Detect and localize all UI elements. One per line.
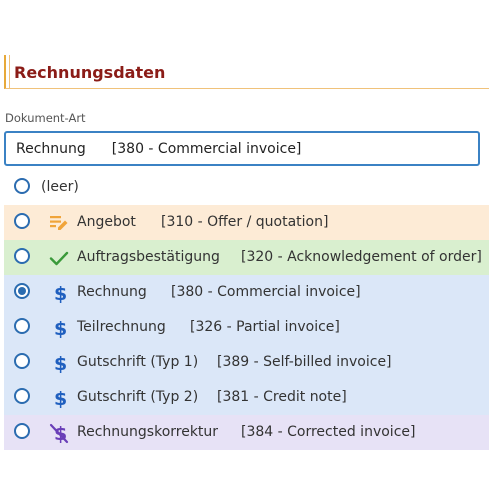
option-label: (leer) — [41, 179, 79, 195]
option-code: [381 - Credit note] — [217, 389, 347, 405]
radio-button[interactable] — [14, 388, 30, 404]
option-leer[interactable]: (leer) — [4, 170, 489, 205]
radio-button[interactable] — [14, 423, 30, 439]
selected-value-label: Rechnung — [16, 140, 86, 157]
option-auftragsbestaetigung[interactable]: Auftragsbestätigung [320 - Acknowledgeme… — [4, 240, 489, 275]
option-gutschrift-typ2[interactable]: $ Gutschrift (Typ 2) [381 - Credit note] — [4, 380, 489, 415]
option-label: Rechnungskorrektur — [77, 424, 219, 440]
radio-button-checked[interactable] — [14, 283, 30, 299]
option-code: [384 - Corrected invoice] — [241, 424, 416, 440]
dollar-off-icon: $ — [48, 422, 70, 445]
svg-text:$: $ — [54, 388, 67, 409]
svg-text:$: $ — [54, 283, 67, 304]
selected-value-code: [380 - Commercial invoice] — [111, 140, 302, 157]
section-title: Rechnungsdaten — [14, 63, 166, 82]
section-header: Rechnungsdaten — [4, 55, 489, 89]
option-label: Angebot — [77, 214, 136, 230]
section-header-accent — [9, 55, 10, 88]
radio-button[interactable] — [14, 353, 30, 369]
dollar-icon: $ — [48, 317, 70, 340]
dollar-icon: $ — [48, 282, 70, 305]
document-type-dropdown: (leer) Angebot [310 - Offer / quotation]… — [4, 170, 489, 450]
radio-button[interactable] — [14, 178, 30, 194]
option-code: [310 - Offer / quotation] — [161, 214, 329, 230]
option-code: [380 - Commercial invoice] — [171, 284, 361, 300]
svg-text:$: $ — [54, 353, 67, 374]
document-type-select[interactable]: Rechnung [380 - Commercial invoice] — [4, 131, 480, 166]
option-code: [326 - Partial invoice] — [190, 319, 340, 335]
document-type-label: Dokument-Art — [5, 111, 86, 125]
option-label: Gutschrift (Typ 2) — [77, 389, 199, 405]
radio-button[interactable] — [14, 213, 30, 229]
dollar-icon: $ — [48, 352, 70, 375]
edit-lines-icon — [48, 212, 70, 234]
option-teilrechnung[interactable]: $ Teilrechnung [326 - Partial invoice] — [4, 310, 489, 345]
option-rechnung[interactable]: $ Rechnung [380 - Commercial invoice] — [4, 275, 489, 310]
option-code: [389 - Self-billed invoice] — [217, 354, 392, 370]
option-code: [320 - Acknowledgement of order] — [241, 249, 482, 265]
option-rechnungskorrektur[interactable]: $ Rechnungskorrektur [384 - Corrected in… — [4, 415, 489, 450]
option-label: Auftragsbestätigung — [77, 249, 220, 265]
radio-button[interactable] — [14, 248, 30, 264]
option-gutschrift-typ1[interactable]: $ Gutschrift (Typ 1) [389 - Self-billed … — [4, 345, 489, 380]
option-label: Gutschrift (Typ 1) — [77, 354, 199, 370]
radio-button[interactable] — [14, 318, 30, 334]
svg-text:$: $ — [54, 318, 67, 339]
dollar-icon: $ — [48, 387, 70, 410]
option-angebot[interactable]: Angebot [310 - Offer / quotation] — [4, 205, 489, 240]
check-icon — [48, 247, 70, 269]
option-label: Rechnung — [77, 284, 147, 300]
option-label: Teilrechnung — [77, 319, 166, 335]
